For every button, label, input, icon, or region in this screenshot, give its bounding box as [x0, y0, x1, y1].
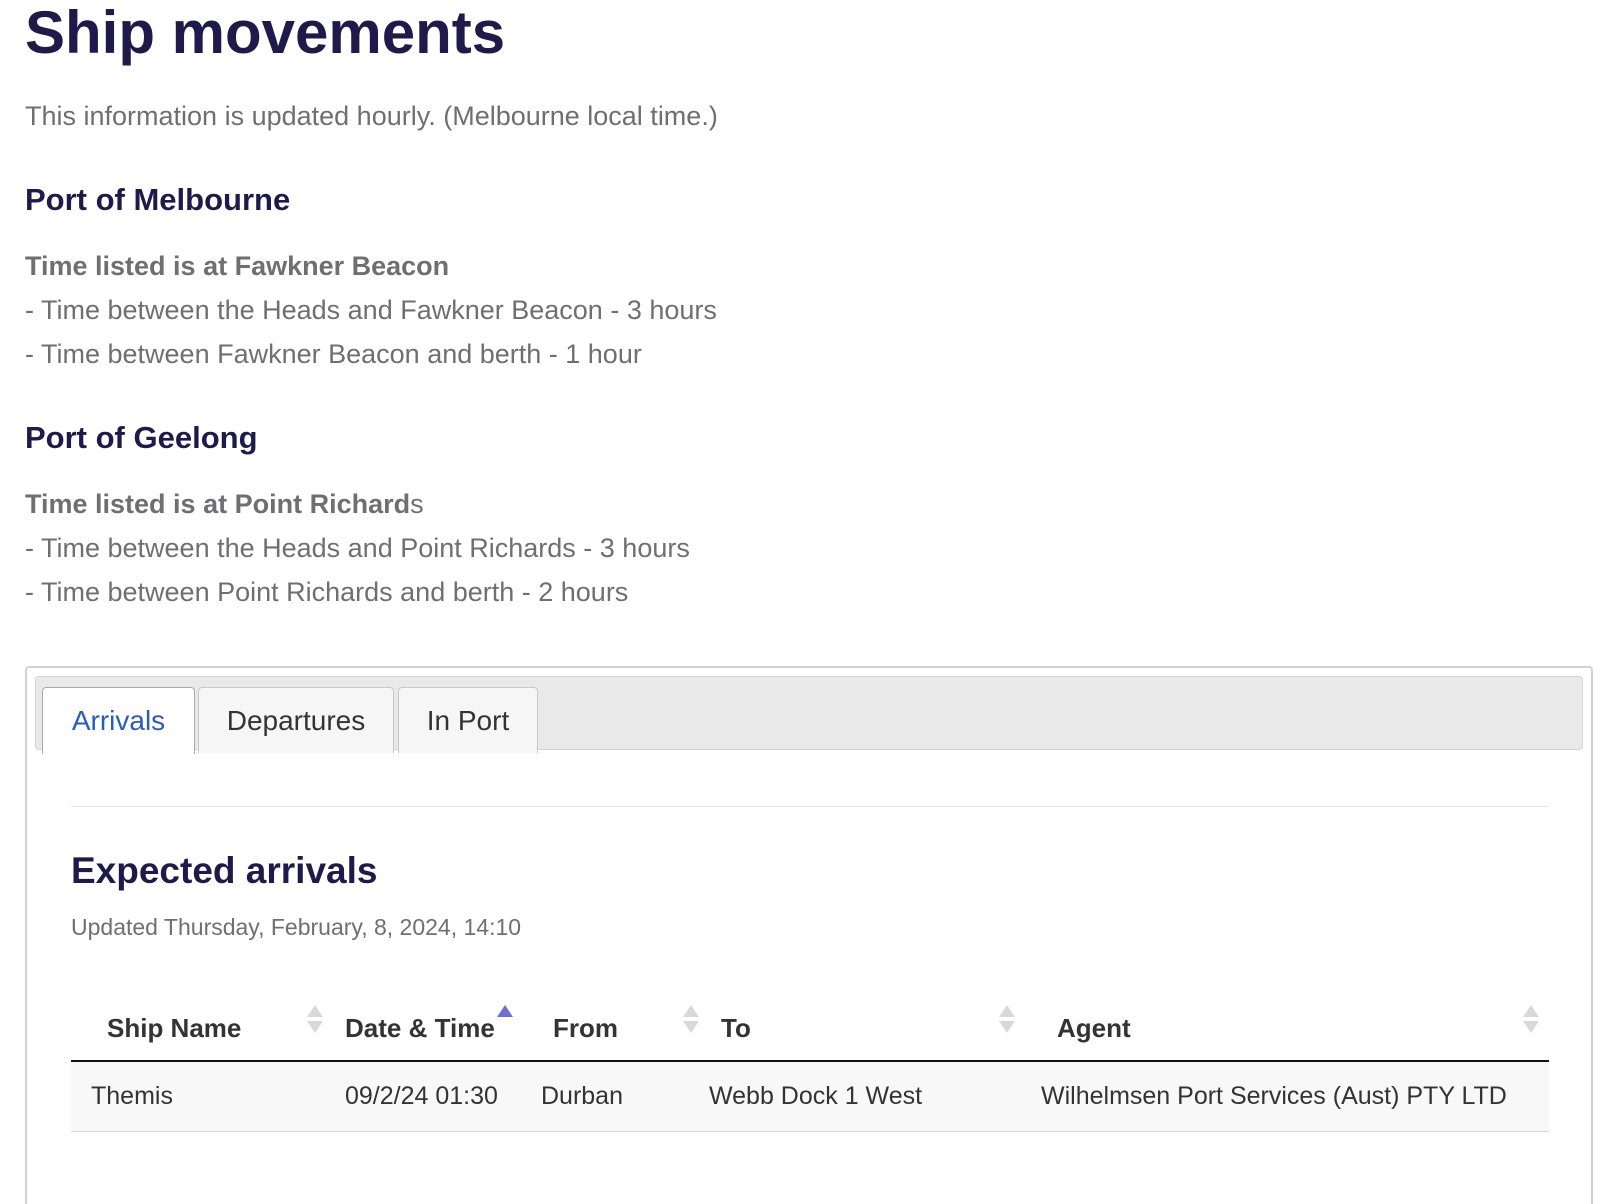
- arrivals-table: Ship Name Date & Time From To Agent Them…: [71, 975, 1549, 1132]
- arrivals-updated: Updated Thursday, February, 8, 2024, 14:…: [71, 914, 522, 940]
- column-header-ship-name[interactable]: Ship Name: [71, 975, 333, 1062]
- cell-to: Webb Dock 1 West: [709, 1061, 1025, 1132]
- port-melbourne-subtitle: Time listed is at Fawkner Beacon: [25, 251, 450, 281]
- column-header-date-time-label: Date & Time: [345, 1013, 495, 1043]
- column-header-agent[interactable]: Agent: [1025, 975, 1549, 1062]
- intro-text: This information is updated hourly. (Mel…: [25, 101, 718, 131]
- port-melbourne-heading: Port of Melbourne: [25, 182, 291, 217]
- ship-movements-tabs: Arrivals Departures In Port Expected arr…: [25, 666, 1593, 1204]
- column-header-to[interactable]: To: [709, 975, 1025, 1062]
- column-header-from[interactable]: From: [523, 975, 709, 1062]
- sort-arrows-icon: [683, 1005, 699, 1033]
- port-geelong-heading: Port of Geelong: [25, 420, 258, 455]
- port-geelong-subtitle-bold: Time listed is at Point Richard: [25, 489, 411, 519]
- table-row: Themis 09/2/24 01:30 Durban Webb Dock 1 …: [71, 1061, 1549, 1132]
- port-melbourne-line-1: - Time between the Heads and Fawkner Bea…: [25, 295, 717, 325]
- column-header-date-time[interactable]: Date & Time: [333, 975, 523, 1062]
- port-melbourne-block: Port of Melbourne Time listed is at Fawk…: [25, 182, 1604, 370]
- panel-divider: [71, 806, 1549, 807]
- tab-in-port[interactable]: In Port: [398, 687, 538, 753]
- arrivals-title: Expected arrivals: [71, 850, 378, 891]
- sort-ascending-icon: [497, 1005, 513, 1033]
- sort-arrows-icon: [1523, 1005, 1539, 1033]
- tab-departures[interactable]: Departures: [198, 687, 394, 753]
- port-melbourne-line-2: - Time between Fawkner Beacon and berth …: [25, 339, 642, 369]
- sort-arrows-icon: [307, 1005, 323, 1033]
- cell-from: Durban: [523, 1061, 709, 1132]
- column-header-agent-label: Agent: [1057, 1013, 1131, 1043]
- column-header-from-label: From: [553, 1013, 618, 1043]
- arrivals-panel: Expected arrivals Updated Thursday, Febr…: [71, 750, 1549, 1132]
- tab-bar: Arrivals Departures In Port: [35, 676, 1583, 754]
- cell-ship-name: Themis: [71, 1061, 333, 1132]
- cell-agent: Wilhelmsen Port Services (Aust) PTY LTD: [1025, 1061, 1549, 1132]
- sort-arrows-icon: [999, 1005, 1015, 1033]
- port-geelong-line-1: - Time between the Heads and Point Richa…: [25, 533, 690, 563]
- column-header-ship-name-label: Ship Name: [107, 1013, 242, 1043]
- port-geelong-block: Port of Geelong Time listed is at Point …: [25, 420, 1604, 608]
- tab-arrivals[interactable]: Arrivals: [42, 687, 195, 754]
- table-header-row: Ship Name Date & Time From To Agent: [71, 975, 1549, 1062]
- page: Ship movements This information is updat…: [0, 0, 1604, 1204]
- port-geelong-line-2: - Time between Point Richards and berth …: [25, 577, 629, 607]
- cell-date-time: 09/2/24 01:30: [333, 1061, 523, 1132]
- port-geelong-subtitle: Time listed is at Point Richards: [25, 488, 1604, 520]
- page-title: Ship movements: [25, 0, 506, 66]
- port-geelong-subtitle-tail: s: [410, 489, 424, 519]
- column-header-to-label: To: [721, 1013, 751, 1043]
